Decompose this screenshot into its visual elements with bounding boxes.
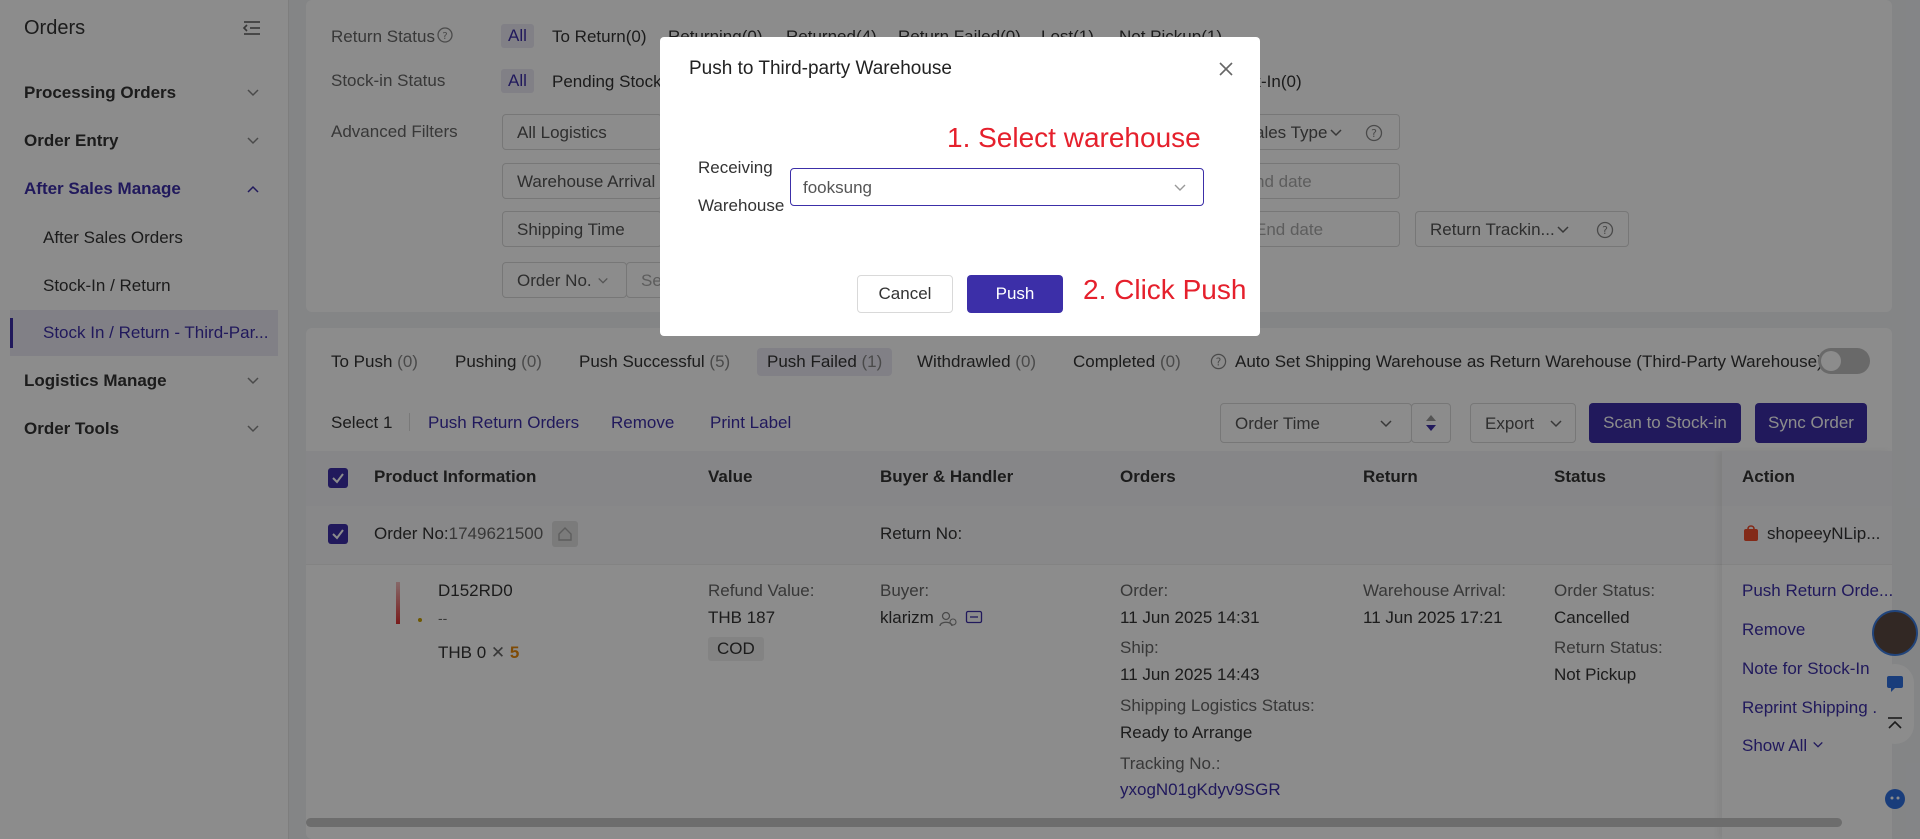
receiving-warehouse-select[interactable]: fooksung: [790, 168, 1204, 206]
modal-title: Push to Third-party Warehouse: [689, 58, 952, 79]
annotation-select-warehouse: 1. Select warehouse: [947, 122, 1201, 153]
close-icon[interactable]: [1216, 59, 1236, 79]
annotation-click-push: 2. Click Push: [1083, 274, 1247, 305]
push-warehouse-modal: Push to Third-party Warehouse 1. Select …: [660, 37, 1260, 336]
push-button[interactable]: Push: [967, 275, 1063, 313]
receiving-warehouse-label-line2: Warehouse: [698, 196, 785, 215]
receiving-warehouse-label-line1: Receiving: [698, 158, 773, 177]
cancel-button[interactable]: Cancel: [857, 275, 953, 313]
chevron-down-icon: [1173, 181, 1187, 195]
select-value: fooksung: [803, 178, 872, 197]
